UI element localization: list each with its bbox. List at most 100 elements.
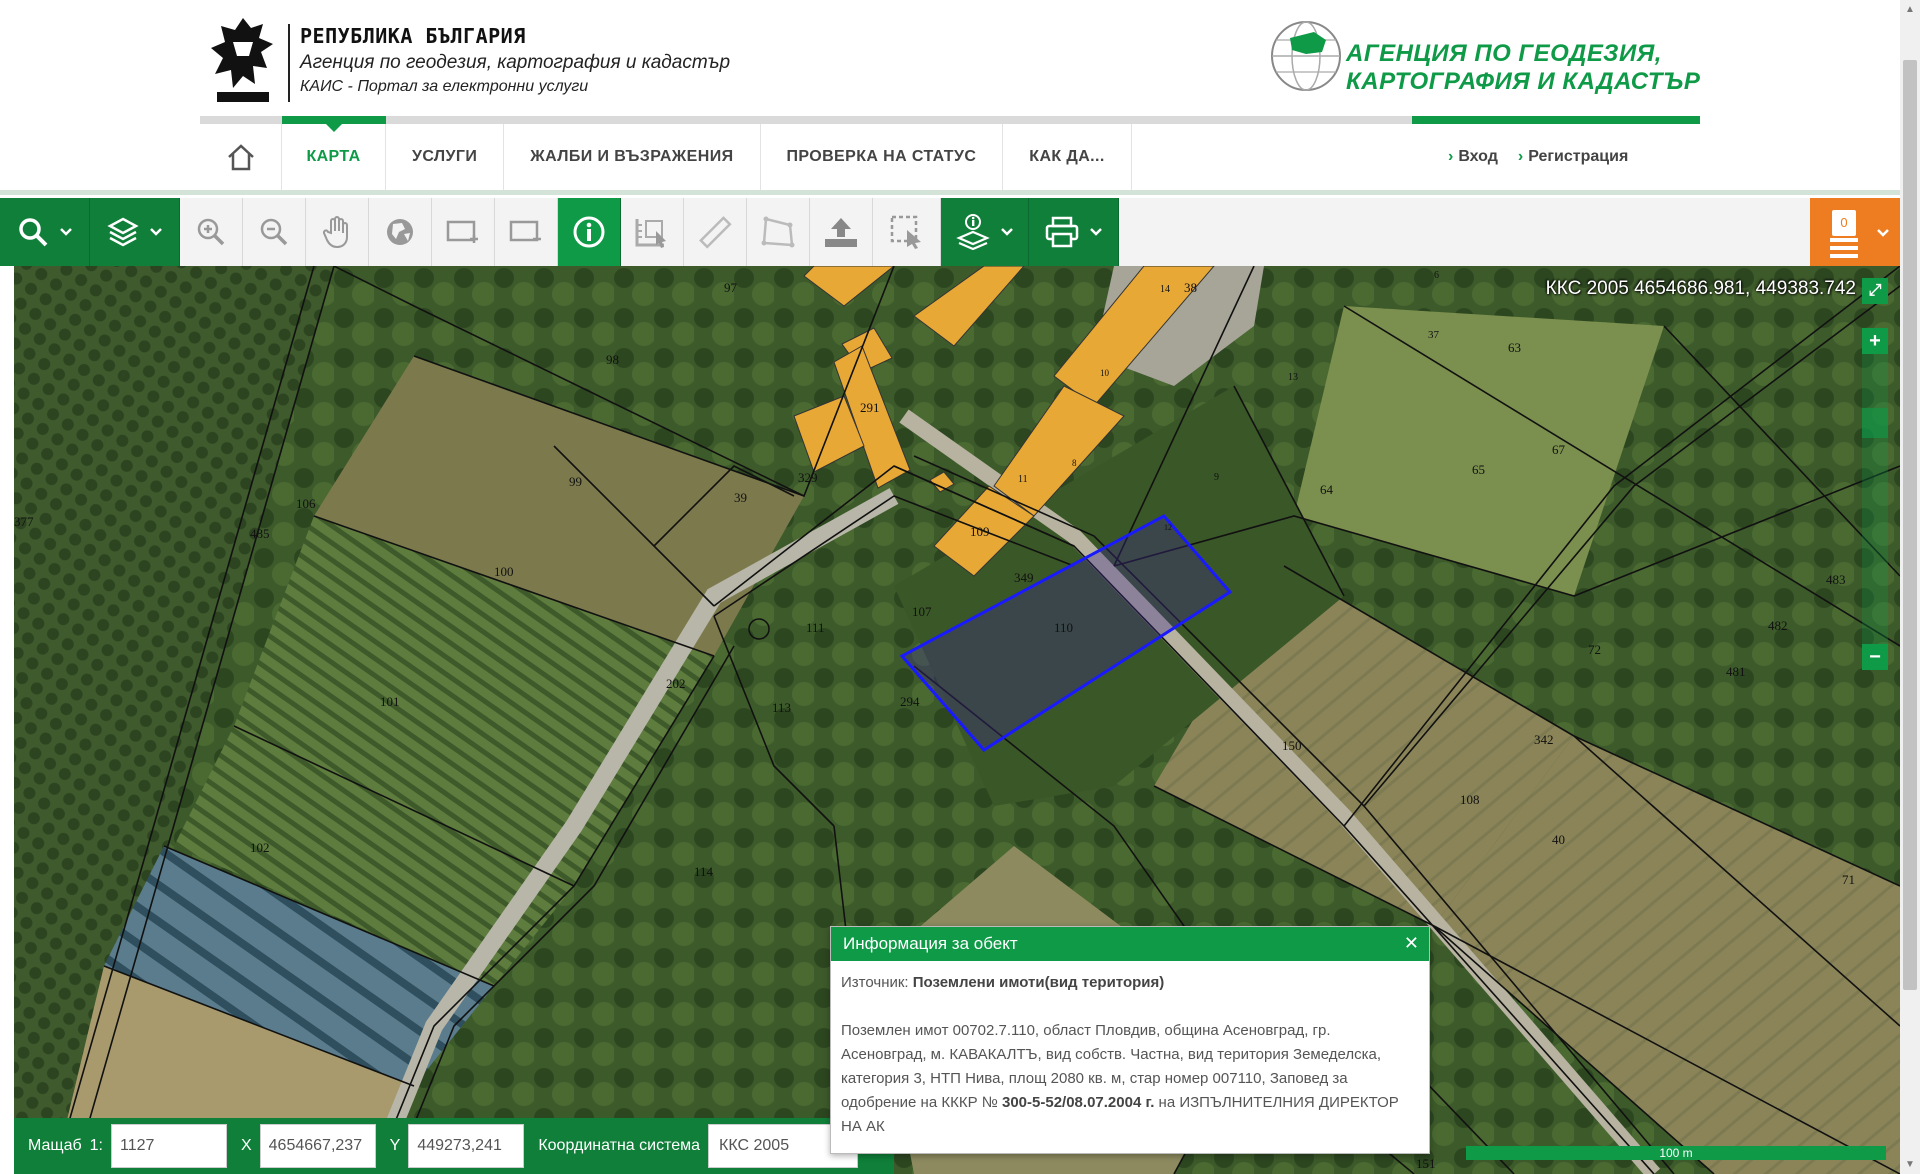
- select-box-icon: [890, 215, 921, 249]
- y-coordinate-input[interactable]: [408, 1124, 525, 1168]
- draw-polygon-tool-button[interactable]: [747, 198, 810, 266]
- scale-input[interactable]: [110, 1124, 227, 1168]
- parcel-label: 101: [380, 694, 400, 709]
- pan-hand-icon: [322, 216, 348, 249]
- parcel-label: 67: [1552, 442, 1566, 457]
- nav-tab-karta[interactable]: КАРТА: [282, 122, 386, 190]
- info-source-label: Източник:: [841, 974, 909, 991]
- parcel-label: 9: [1214, 472, 1219, 483]
- parcel-label: 329: [798, 470, 818, 485]
- parcel-label: 99: [569, 474, 582, 489]
- nav-tab-status-check[interactable]: ПРОВЕРКА НА СТАТУС: [761, 124, 1004, 190]
- upload-tool-button[interactable]: [810, 198, 873, 266]
- object-info-popup: Информация за обект ✕ Източник: Поземлен…: [830, 926, 1430, 1154]
- parcel-label: 8: [1072, 458, 1077, 468]
- parcel-label: 39: [734, 490, 747, 505]
- select-rect-tool-button[interactable]: [432, 198, 495, 266]
- parcel-label: 150: [1282, 738, 1302, 753]
- login-link[interactable]: › Вход: [1448, 148, 1498, 166]
- zoom-plus-button[interactable]: +: [1862, 328, 1888, 354]
- parcel-label: 294: [900, 694, 920, 709]
- parcel-label: 37: [1428, 329, 1440, 341]
- parcel-label: 111: [806, 620, 825, 635]
- scroll-up-icon[interactable]: ▲: [1905, 4, 1915, 15]
- crs-value: ККС 2005: [719, 1137, 790, 1154]
- parcel-label: 64: [1320, 482, 1334, 497]
- parcel-label: 72: [1588, 642, 1601, 657]
- zoom-in-tool-button[interactable]: [180, 198, 243, 266]
- measure-distance-tool-button[interactable]: [684, 198, 747, 266]
- zoom-minus-button[interactable]: −: [1862, 644, 1888, 670]
- info-popup-title: Информация за обект: [843, 934, 1018, 953]
- selected-layers-button[interactable]: 0: [1810, 198, 1900, 266]
- chevron-down-icon: [149, 228, 162, 236]
- bulgaria-coat-of-arms-logo[interactable]: [203, 12, 283, 112]
- parcel-label: 114: [694, 864, 714, 879]
- measure-area-icon: [635, 219, 666, 248]
- scrollbar-thumb[interactable]: [1903, 60, 1917, 990]
- agency-subtitle: Агенция по геодезия, картография и кадас…: [300, 52, 731, 73]
- parcel-label: 11: [1018, 474, 1028, 485]
- measure-area-tool-button[interactable]: [621, 198, 684, 266]
- pan-tool-button[interactable]: [306, 198, 369, 266]
- nav-tab-services[interactable]: УСЛУГИ: [386, 124, 505, 190]
- info-layers-icon: [955, 214, 990, 250]
- register-link[interactable]: › Регистрация: [1518, 148, 1628, 166]
- zoom-slider[interactable]: + −: [1862, 328, 1888, 670]
- chevron-down-icon: [1089, 228, 1102, 236]
- parcel-label: 65: [1472, 462, 1485, 477]
- info-description: Поземлен имот 00702.7.110, област Пловди…: [841, 1019, 1419, 1139]
- main-nav: КАРТА УСЛУГИ ЖАЛБИ И ВЪЗРАЖЕНИЯ ПРОВЕРКА…: [200, 122, 1132, 190]
- scroll-down-icon[interactable]: ▼: [1905, 1159, 1915, 1170]
- parcel-label: 97: [724, 280, 738, 295]
- parcel-label: 110: [1054, 620, 1073, 635]
- parcel-label: 291: [860, 400, 880, 415]
- agency-globe-logo[interactable]: [1268, 16, 1346, 96]
- fullscreen-button[interactable]: ⤢: [1862, 278, 1888, 304]
- zoom-in-icon: [197, 218, 225, 246]
- search-tool-button[interactable]: [0, 198, 90, 266]
- parcel-label: 40: [1552, 832, 1565, 847]
- chevron-right-icon: ›: [1517, 148, 1524, 165]
- layers-count-badge: 0: [1832, 210, 1856, 236]
- nav-tab-how-to[interactable]: КАК ДА...: [1003, 124, 1132, 190]
- info-tool-button[interactable]: [558, 198, 621, 266]
- zoom-out-tool-button[interactable]: [243, 198, 306, 266]
- globe-icon: [387, 219, 413, 245]
- scale-label: Мащаб: [28, 1137, 82, 1154]
- full-extent-tool-button[interactable]: [369, 198, 432, 266]
- zoom-slider-thumb[interactable]: [1862, 408, 1888, 438]
- agency-title-line2: КАРТОГРАФИЯ И КАДАСТЪР: [1346, 68, 1701, 95]
- parcel-label: 377: [14, 514, 34, 529]
- nav-home[interactable]: [200, 124, 282, 190]
- parcel-label: 102: [250, 840, 270, 855]
- parcel-label: 6: [1434, 270, 1439, 281]
- info-source: Източник: Поземлени имоти(вид територия): [841, 971, 1419, 995]
- upload-icon: [825, 218, 857, 247]
- parcel-label: 38: [1184, 280, 1197, 295]
- info-popup-header: Информация за обект ✕: [831, 927, 1429, 961]
- portal-subtitle: КАИС - Портал за електронни услуги: [300, 78, 589, 95]
- nav-tab-complaints[interactable]: ЖАЛБИ И ВЪЗРАЖЕНИЯ: [504, 124, 761, 190]
- box-select-tool-button[interactable]: [873, 198, 941, 266]
- parcel-label: 98: [606, 352, 619, 367]
- right-accent: [1412, 116, 1700, 124]
- cursor-coordinates: ККС 2005 4654686.981, 449383.742: [1545, 278, 1856, 299]
- search-icon: [18, 218, 47, 247]
- info-layers-tool-button[interactable]: [941, 198, 1029, 266]
- print-tool-button[interactable]: [1029, 198, 1119, 266]
- info-source-value: Поземлени имоти(вид територия): [912, 974, 1165, 991]
- deselect-rect-tool-button[interactable]: [495, 198, 558, 266]
- y-label: Y: [389, 1137, 401, 1154]
- parcel-label: 13: [1288, 372, 1298, 383]
- parcel-label: 14: [1160, 284, 1170, 295]
- x-coordinate-input[interactable]: [259, 1124, 376, 1168]
- header-accent-bar: [200, 116, 1700, 124]
- chevron-down-icon: [1000, 228, 1013, 236]
- page-scrollbar[interactable]: ▲ ▼: [1900, 0, 1920, 1174]
- layers-tool-button[interactable]: [90, 198, 180, 266]
- deselect-rect-icon: [509, 220, 541, 242]
- close-icon[interactable]: ✕: [1404, 933, 1419, 954]
- parcel-label: 482: [1768, 618, 1788, 633]
- info-popup-body: Източник: Поземлени имоти(вид територия)…: [831, 961, 1429, 1149]
